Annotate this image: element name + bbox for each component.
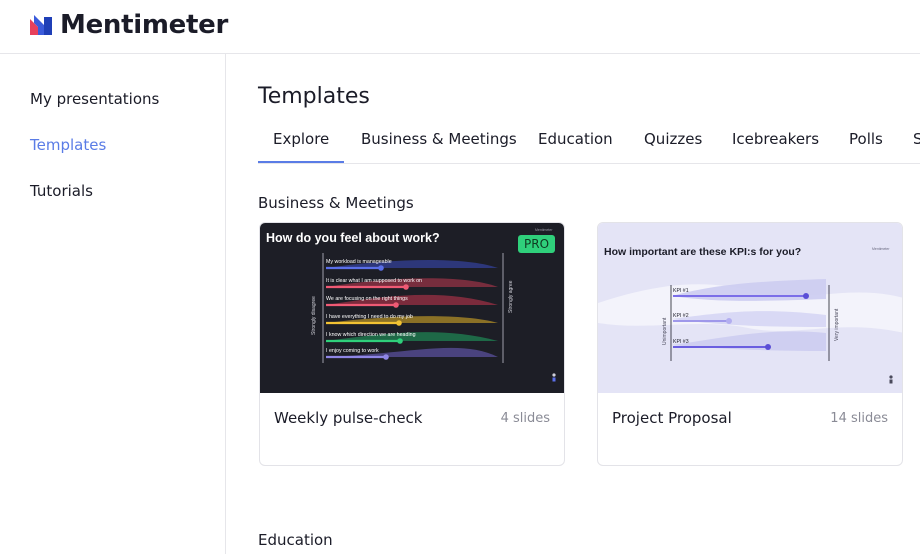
brand-name: Mentimeter <box>60 10 228 40</box>
thumb-right-axis: Very important <box>834 308 840 341</box>
thumb-right-axis: Strongly agree <box>508 280 514 313</box>
thumb-row-label: KPI #1 <box>673 288 689 294</box>
thumb-brand: Mentimeter <box>535 228 553 232</box>
template-card-weekly-pulse-check[interactable]: How do you feel about work? Mentimeter S… <box>259 222 565 466</box>
template-name: Project Proposal <box>612 409 732 427</box>
thumb-row-label: KPI #3 <box>673 339 689 345</box>
mentimeter-logo-icon <box>30 15 52 35</box>
template-card-project-proposal[interactable]: How important are these KPI:s for you? M… <box>597 222 903 466</box>
slide-count: 4 slides <box>500 411 550 426</box>
thumb-row-label: I know which direction we are heading <box>326 332 416 338</box>
thumb-row-label: My workload is manageable <box>326 259 392 265</box>
tab-quizzes[interactable]: Quizzes <box>644 130 702 163</box>
tab-icebreakers[interactable]: Icebreakers <box>732 130 819 163</box>
page-title: Templates <box>258 84 370 109</box>
thumb-left-axis: Strongly disagree <box>311 296 317 335</box>
top-header: Mentimeter <box>0 0 920 54</box>
tab-business-meetings[interactable]: Business & Meetings <box>361 130 517 163</box>
pro-badge: PRO <box>518 235 556 253</box>
thumb-row-label: I enjoy coming to work <box>326 348 379 354</box>
thumb-row-label: I have everything I need to do my job <box>326 314 413 320</box>
thumb-title: How important are these KPI:s for you? <box>604 246 801 258</box>
main-content: Templates Explore Business & Meetings Ed… <box>226 54 920 554</box>
mentimeter-logo[interactable]: Mentimeter <box>30 10 228 40</box>
thumb-title: How do you feel about work? <box>266 231 440 245</box>
tab-overflow[interactable]: S <box>913 130 920 163</box>
section-title-education: Education <box>258 531 333 549</box>
thumb-row-label: KPI #2 <box>673 313 689 319</box>
template-tabs: Explore Business & Meetings Education Qu… <box>258 128 920 164</box>
slide-count: 14 slides <box>830 411 888 426</box>
thumb-left-axis: Unimportant <box>662 317 668 345</box>
sidebar: My presentations Templates Tutorials <box>0 54 226 554</box>
thumb-row-label: It is clear what I am supposed to work o… <box>326 278 422 284</box>
sidebar-item-templates[interactable]: Templates <box>30 136 106 154</box>
thumb-row-label: We are focusing on the right things <box>326 296 408 302</box>
tab-polls[interactable]: Polls <box>849 130 883 163</box>
template-name: Weekly pulse-check <box>274 409 423 427</box>
tab-explore[interactable]: Explore <box>258 130 344 163</box>
section-title-business-meetings: Business & Meetings <box>258 194 414 212</box>
thumb-brand: Mentimeter <box>872 247 890 251</box>
template-thumbnail: How important are these KPI:s for you? M… <box>598 223 902 393</box>
sidebar-item-my-presentations[interactable]: My presentations <box>30 90 159 108</box>
tab-education[interactable]: Education <box>538 130 613 163</box>
sidebar-item-tutorials[interactable]: Tutorials <box>30 182 93 200</box>
